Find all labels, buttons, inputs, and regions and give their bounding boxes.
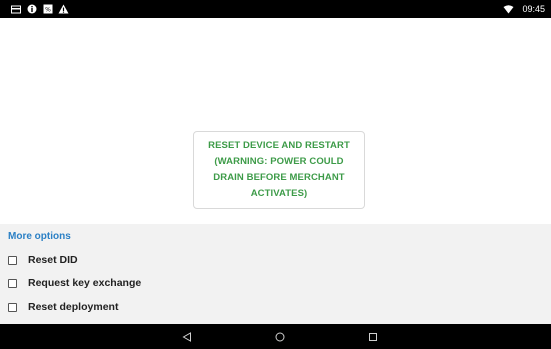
reset-device-label: RESET DEVICE AND RESTART (WARNING: POWER… (208, 140, 350, 199)
status-right: 09:45 (503, 4, 545, 15)
warning-icon (58, 4, 69, 15)
navigation-bar (0, 324, 551, 349)
recents-icon[interactable] (366, 330, 380, 344)
option-reset-did[interactable]: Reset DID (8, 254, 78, 266)
request-key-exchange-label: Request key exchange (28, 277, 142, 289)
back-icon[interactable] (180, 330, 194, 344)
info-icon (26, 4, 37, 15)
home-icon[interactable] (273, 330, 287, 344)
status-time: 09:45 (522, 4, 545, 14)
status-bar: % 09:45 (0, 0, 551, 18)
reset-did-label: Reset DID (28, 254, 78, 266)
card-icon (10, 4, 21, 15)
badge-icon: % (42, 4, 53, 15)
option-reset-deployment[interactable]: Reset deployment (8, 301, 118, 313)
reset-deployment-checkbox[interactable] (8, 302, 17, 312)
reset-deployment-label: Reset deployment (28, 301, 119, 313)
reset-device-button[interactable]: RESET DEVICE AND RESTART (WARNING: POWER… (193, 131, 365, 209)
more-options-header: More options (8, 231, 71, 242)
option-request-key-exchange[interactable]: Request key exchange (8, 277, 141, 289)
more-options-panel: More options Reset DID Request key excha… (0, 224, 551, 324)
reset-did-checkbox[interactable] (8, 255, 17, 265)
status-icons: % (10, 4, 69, 15)
wifi-icon (503, 4, 514, 15)
svg-text:%: % (45, 7, 51, 14)
request-key-exchange-checkbox[interactable] (8, 278, 17, 288)
